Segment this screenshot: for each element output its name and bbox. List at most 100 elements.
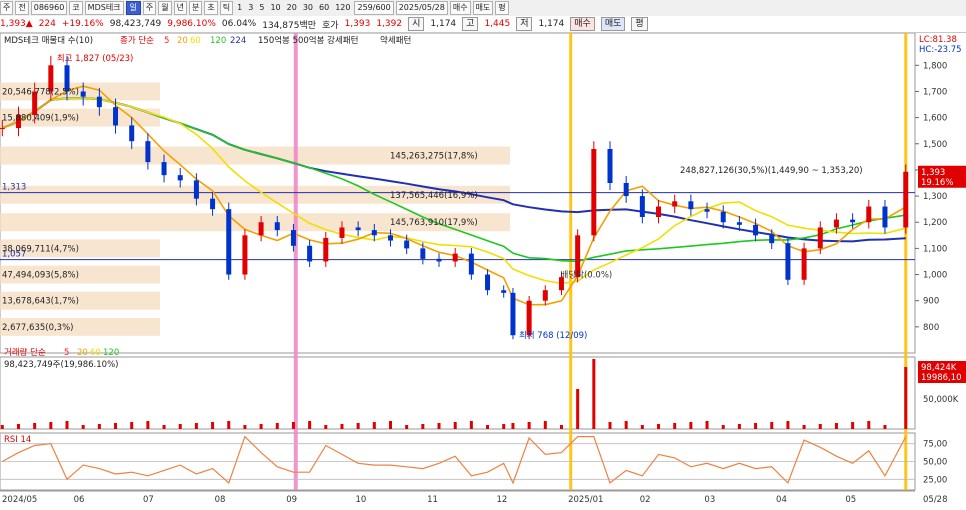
quote-volume: 98,423,749 <box>109 19 162 29</box>
annotation-1: 최저 768 (12/09) <box>519 330 587 341</box>
quote-change-pct: +19.16% <box>61 19 104 29</box>
candle-body-23 <box>371 230 377 236</box>
toolbar-item-13[interactable]: 3 <box>246 2 255 14</box>
volume-bar-12 <box>194 423 198 429</box>
toolbar-item-5[interactable]: 일 <box>125 1 141 15</box>
toolbar-item-7[interactable]: 월 <box>158 1 172 15</box>
volume-profile-label-4: 137,565,446(16,9%) <box>390 191 478 201</box>
volume-bar-56 <box>904 367 908 429</box>
x-tick-label-13: 05/28 <box>923 495 948 505</box>
avg-button[interactable]: 평 <box>631 17 648 31</box>
toolbar-item-8[interactable]: 년 <box>173 1 188 15</box>
candle-body-19 <box>307 245 313 262</box>
volume-last-pct: 19986,10 <box>921 373 962 383</box>
toolbar-item-16[interactable]: 20 <box>285 2 299 14</box>
annotation-2: 배당락(0.0%) <box>561 270 613 281</box>
quote-ask: 1,393 <box>344 19 371 29</box>
annotation-0: 최고 1,827 (05/23) <box>57 53 134 64</box>
toolbar-item-1[interactable]: 전 <box>15 1 29 15</box>
candle-body-44 <box>704 209 710 212</box>
toolbar-item-21[interactable]: 2025/05/28 <box>395 1 448 15</box>
volume-profile-label-7: 47,494,093(5,8%) <box>2 271 79 281</box>
toolbar-item-18[interactable]: 60 <box>317 2 331 14</box>
y-tick-label-10: 800 <box>923 323 939 333</box>
volume-bar-48 <box>770 422 774 429</box>
candle-body-9 <box>145 141 151 163</box>
sell-button[interactable]: 매도 <box>600 17 626 31</box>
quote-bid: 1,392 <box>376 19 403 29</box>
candle-body-52 <box>833 219 839 228</box>
volume-bar-21 <box>340 424 344 429</box>
x-tick-label-10: 03 <box>704 495 715 505</box>
candle-body-49 <box>785 243 791 280</box>
candle-body-14 <box>226 209 232 275</box>
volume-bar-40 <box>640 425 644 429</box>
toolbar-item-22[interactable]: 매수 <box>449 1 471 15</box>
x-tick-label-11: 04 <box>776 495 787 505</box>
volume-bar-3 <box>49 422 53 429</box>
quote-bar: 1,393▲ 224 +19.16% 98,423,749 9,986.10% … <box>0 16 966 33</box>
toolbar-item-17[interactable]: 30 <box>301 2 315 14</box>
volume-bar-19 <box>308 421 312 429</box>
volume-bar-53 <box>851 422 855 429</box>
volume-bar-33 <box>527 422 531 429</box>
toolbar-item-3[interactable]: 코 <box>69 1 83 15</box>
toolbar-item-11[interactable]: 틱 <box>219 1 234 15</box>
candle-body-20 <box>323 237 329 262</box>
candle-body-10 <box>161 162 167 176</box>
quote-low: 1,174 <box>538 19 565 29</box>
toolbar-item-9[interactable]: 분 <box>189 1 203 15</box>
last-change-label: 19.16% <box>921 178 953 188</box>
candle-body-45 <box>720 211 726 223</box>
candle-body-16 <box>258 222 264 236</box>
x-tick-label-9: 02 <box>640 495 651 505</box>
rsi-tick-label-0: 75,00 <box>923 440 947 450</box>
volume-bar-16 <box>259 424 263 429</box>
candle-body-29 <box>468 253 474 275</box>
candle-body-0 <box>0 128 5 130</box>
volume-bar-31 <box>502 424 506 429</box>
x-tick-label-12: 05 <box>845 495 856 505</box>
legend-ma-1: 20 <box>177 36 188 46</box>
legend-ma-4: 224 <box>230 36 246 46</box>
quote-price: 1,393▲ <box>0 19 33 29</box>
rsi-tick-label-2: 25,00 <box>923 475 947 485</box>
candle-body-21 <box>339 227 345 238</box>
toolbar-item-23[interactable]: 매도 <box>472 1 494 15</box>
toolbar-item-15[interactable]: 10 <box>268 2 282 14</box>
toolbar-item-20[interactable]: 259/600 <box>354 1 394 15</box>
candle-body-17 <box>274 222 280 231</box>
x-tick-label-7: 12 <box>496 495 507 505</box>
candle-body-31 <box>501 290 507 293</box>
candle-body-26 <box>420 248 426 259</box>
volume-profile-label-8: 13,678,643(1,7%) <box>2 297 79 307</box>
legend-ma-3: 120 <box>210 36 226 46</box>
volume-bar-4 <box>65 421 69 429</box>
toolbar-item-19[interactable]: 120 <box>333 2 352 14</box>
candle-body-56 <box>903 171 909 228</box>
candle-body-25 <box>404 240 410 249</box>
volume-bar-37 <box>592 359 596 429</box>
volume-bar-41 <box>657 424 661 429</box>
toolbar-item-2[interactable]: 086960 <box>30 1 68 15</box>
toolbar-item-12[interactable]: 1 <box>235 2 244 14</box>
volume-bar-35 <box>559 425 563 429</box>
legend-vol-ma-2: 60 <box>90 348 101 358</box>
last-price-label: 1,393 <box>921 168 945 178</box>
volume-panel <box>0 356 916 430</box>
volume-bar-0 <box>0 425 4 429</box>
toolbar-item-14[interactable]: 5 <box>257 2 266 14</box>
toolbar-item-4[interactable]: MDS테크 <box>84 1 124 15</box>
candle-body-7 <box>113 107 119 126</box>
toolbar-item-6[interactable]: 주 <box>142 1 157 15</box>
volume-profile-label-5: 145,763,910(17,9%) <box>390 218 478 228</box>
toolbar-item-10[interactable]: 초 <box>204 1 218 15</box>
volume-bar-28 <box>453 422 457 429</box>
volume-bar-1 <box>16 424 20 429</box>
candle-body-6 <box>96 96 102 108</box>
buy-button[interactable]: 매수 <box>570 17 595 31</box>
toolbar-item-0[interactable]: 주 <box>0 1 14 15</box>
legend-volume: 거래량 단순 <box>4 347 46 358</box>
toolbar: 주 전 086960 코 MDS테크 일 주 월 년 분 초 틱 1 3 5 10 20 30 60 120 259/6… <box>0 0 966 17</box>
toolbar-item-24[interactable]: 평 <box>495 1 509 15</box>
